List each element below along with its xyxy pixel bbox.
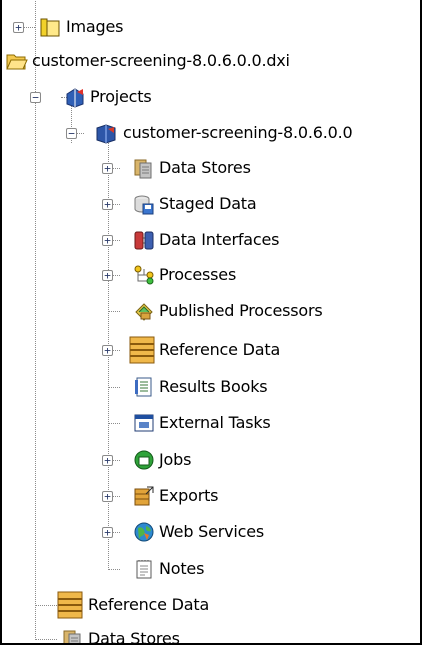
tree-node-external-tasks[interactable]: External Tasks xyxy=(2,406,420,440)
job-icon xyxy=(133,449,155,471)
project-book-icon xyxy=(95,122,117,144)
expand-toggle[interactable]: + xyxy=(102,199,113,210)
data-store-icon xyxy=(62,628,84,643)
tree-node-label: Staged Data xyxy=(159,194,257,213)
external-task-icon xyxy=(133,412,155,434)
tree-node-label: Exports xyxy=(159,486,219,505)
tree-node-projects[interactable]: − Projects xyxy=(2,80,420,114)
open-folder-icon xyxy=(6,50,28,72)
expand-toggle[interactable]: + xyxy=(102,491,113,502)
tree-node-results-books[interactable]: Results Books xyxy=(2,370,420,404)
tree-node-label: Data Interfaces xyxy=(159,230,280,249)
reference-data-icon xyxy=(129,336,155,364)
folder-icon xyxy=(39,16,61,38)
tree-node-processes[interactable]: + Processes xyxy=(2,258,420,292)
tree-node-notes[interactable]: Notes xyxy=(2,552,420,586)
tree-node-label: External Tasks xyxy=(159,413,271,432)
expand-toggle[interactable]: + xyxy=(102,270,113,281)
tree-node-published-processors[interactable]: Published Processors xyxy=(2,294,420,328)
published-processor-icon xyxy=(133,300,155,322)
tree-node-reference-data-root[interactable]: Reference Data xyxy=(2,588,420,622)
project-tree: + Images customer-screening-8.0.6.0.0.dx… xyxy=(0,0,422,645)
expand-toggle[interactable]: + xyxy=(102,345,113,356)
tree-node-label: Processes xyxy=(159,265,237,284)
process-icon xyxy=(133,264,155,286)
collapse-toggle[interactable]: − xyxy=(66,128,77,139)
reference-data-icon xyxy=(57,591,83,619)
data-interface-icon xyxy=(133,229,155,251)
tree-node-label: Results Books xyxy=(159,377,268,396)
tree-node-label: Web Services xyxy=(159,522,265,541)
expand-toggle[interactable]: + xyxy=(102,163,113,174)
notes-icon xyxy=(133,558,155,580)
tree-node-staged-data[interactable]: + Staged Data xyxy=(2,187,420,221)
tree-node-label: Published Processors xyxy=(159,301,323,320)
projects-icon xyxy=(64,86,86,108)
data-store-icon xyxy=(133,157,155,179)
tree-node-exports[interactable]: + Exports xyxy=(2,479,420,513)
staged-data-icon xyxy=(133,193,155,215)
export-icon xyxy=(133,485,155,507)
tree-node-data-stores-root[interactable]: Data Stores xyxy=(2,622,420,645)
tree-node-label: Data Stores xyxy=(159,158,251,177)
tree-node-project[interactable]: − customer-screening-8.0.6.0.0 xyxy=(2,116,420,150)
tree-node-label: Reference Data xyxy=(159,340,281,359)
results-book-icon xyxy=(133,376,155,398)
tree-node-images[interactable]: + Images xyxy=(2,10,420,44)
tree-node-web-services[interactable]: + Web Services xyxy=(2,515,420,549)
tree-node-jobs[interactable]: + Jobs xyxy=(2,443,420,477)
tree-node-data-stores[interactable]: + Data Stores xyxy=(2,151,420,185)
expand-toggle[interactable]: + xyxy=(102,455,113,466)
tree-node-label: Images xyxy=(66,17,124,36)
expand-toggle[interactable]: + xyxy=(13,22,24,33)
collapse-toggle[interactable]: − xyxy=(30,92,41,103)
tree-node-label: customer-screening-8.0.6.0.0.dxi xyxy=(32,51,290,70)
tree-node-label: customer-screening-8.0.6.0.0 xyxy=(123,123,353,142)
expand-toggle[interactable]: + xyxy=(102,235,113,246)
web-service-icon xyxy=(133,521,155,543)
tree-node-reference-data[interactable]: + Reference Data xyxy=(2,333,420,367)
tree-node-label: Projects xyxy=(90,87,152,106)
tree-node-dxi[interactable]: customer-screening-8.0.6.0.0.dxi xyxy=(2,44,420,78)
tree-node-label: Jobs xyxy=(159,450,192,469)
expand-toggle[interactable]: + xyxy=(102,527,113,538)
tree-node-data-interfaces[interactable]: + Data Interfaces xyxy=(2,223,420,257)
tree-node-label: Notes xyxy=(159,559,205,578)
tree-node-label: Reference Data xyxy=(88,595,210,614)
tree-node-label: Data Stores xyxy=(88,629,180,645)
